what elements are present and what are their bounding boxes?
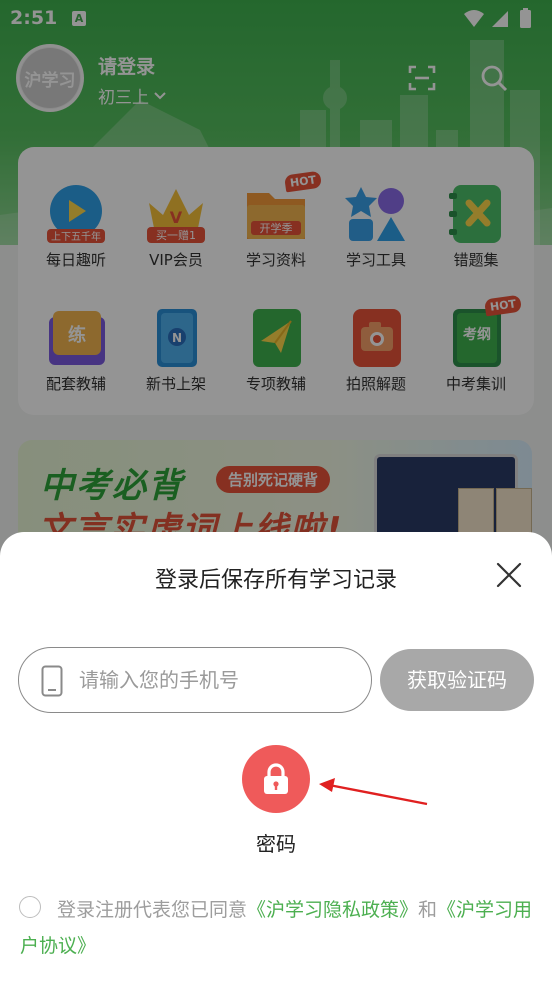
privacy-policy-link[interactable]: 《沪学习隐私政策》 [247,899,418,921]
password-login-button[interactable] [242,745,310,813]
phone-icon [41,665,63,697]
phone-field[interactable] [18,647,372,713]
agreement-text: 登录注册代表您已同意《沪学习隐私政策》和《沪学习用户协议》 [20,892,536,964]
agreement-prefix: 登录注册代表您已同意 [57,899,248,921]
close-icon[interactable] [494,560,524,590]
password-label: 密码 [256,832,296,856]
login-bottom-sheet: 登录后保存所有学习记录 获取验证码 密码 登录注册代表您已同意《沪学习隐私政策》… [0,532,552,981]
agreement-and: 和 [418,899,438,921]
arrow-annotation [319,778,428,806]
phone-input[interactable] [79,658,359,702]
sheet-title: 登录后保存所有学习记录 [154,568,397,593]
lock-icon [264,763,288,794]
get-code-button[interactable]: 获取验证码 [380,649,534,711]
